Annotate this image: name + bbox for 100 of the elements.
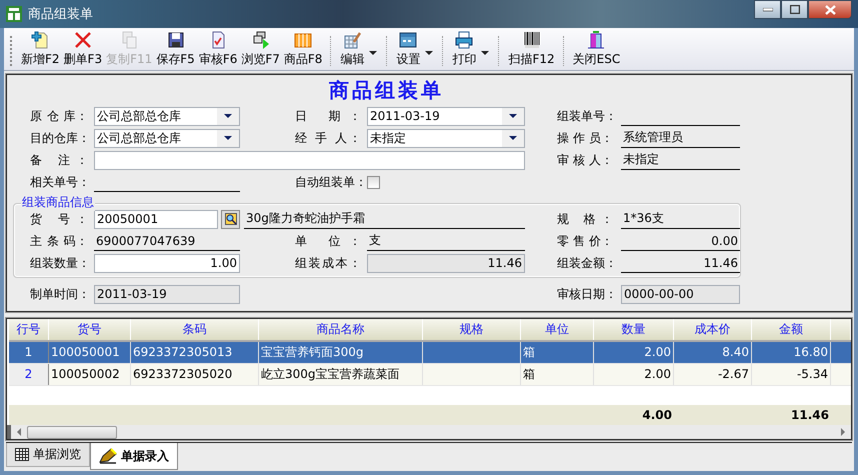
table-row[interactable]: 1 100050001 6923372305013 宝宝营养钙面300g 箱 2.00 8.40 16.80 [9,342,851,364]
field-label: 组装金额： [557,254,613,272]
field-label: 经 手 人： [295,130,361,146]
pencil-icon [99,448,117,464]
toolbar-button[interactable]: 扫描F12 [507,30,556,68]
column-header[interactable]: 条码 [131,319,259,340]
field-label: 组装成本： [295,254,361,272]
field-label: 审 核 人： [557,152,613,168]
toolbar-button[interactable]: 关闭ESC [572,30,622,68]
table-cell: -5.34 [752,364,831,385]
scroll-right-icon[interactable] [841,428,845,436]
caret-icon [224,114,232,118]
field-value: 0.00 [621,232,740,250]
edit-icon [342,30,362,50]
tab[interactable]: 单据浏览 [6,443,90,467]
dropdown-field[interactable]: 2011-03-19 [367,106,525,126]
field-value: 11.46 [621,254,740,272]
total-amount: 11.46 [790,407,830,424]
input-field[interactable] [94,150,525,170]
table-cell: 箱 [521,342,594,363]
toolbar-grip [10,36,14,66]
toolbar-button[interactable]: 打印 [451,30,478,68]
readonly-field: 2011-03-19 [94,284,240,304]
caret-icon [509,136,517,140]
readonly-field: 11.46 [367,254,525,272]
minimize-icon [762,8,772,12]
checkbox[interactable] [367,176,380,188]
column-header[interactable]: 金额 [752,319,831,340]
table-cell: 100050001 [49,342,131,363]
toolbar-button[interactable]: 浏览F7 [240,30,281,68]
table-cell: 箱 [521,364,594,385]
column-header[interactable]: 商品名称 [259,319,423,340]
field-label: 审核日期： [557,286,613,302]
field-label: 组装单号： [557,108,613,124]
field-label: 货 号： [30,210,88,228]
window-title: 商品组装单 [28,6,93,23]
column-header[interactable]: 单位 [521,319,594,340]
field-label: 操 作 员： [557,130,613,146]
browse-icon [250,30,271,50]
column-header[interactable]: 成本价 [674,319,752,340]
dropdown-field[interactable]: 公司总部总仓库 [94,106,240,126]
row-number: 2 [9,364,49,385]
input-field[interactable]: 1.00 [94,254,240,272]
form-title: 商品组装单 [328,77,445,104]
field-label: 原 仓 库： [30,108,88,124]
field-label: 主 条 码： [30,232,88,250]
table-cell: 8.40 [674,342,752,363]
toolbar-button[interactable]: 编辑 [339,30,366,68]
settings-icon [398,30,418,50]
input-field[interactable]: 20050001 [94,210,218,228]
tab[interactable]: 单据录入 [90,443,178,470]
column-header[interactable]: 行号 [9,319,49,340]
table-row[interactable]: 2 100050002 6923372305020 屹立300g宝宝营养蔬菜面 箱 2.00 -2.67 -5.34 [9,364,851,386]
caret-icon [509,114,517,118]
new-document-icon [30,30,50,50]
field-value: 系统管理员 [621,128,740,148]
field-label: 单 位： [295,232,361,250]
field-value: 未指定 [621,150,740,170]
lookup-button[interactable] [221,210,240,228]
field-label: 规 格： [557,210,613,228]
field-value: 6900077047639 [94,232,240,250]
maximize-icon [790,5,800,14]
dropdown-field[interactable]: 公司总部总仓库 [94,128,240,148]
column-header[interactable]: 规格 [423,319,521,340]
minimize-button[interactable] [754,0,781,19]
table-cell: 屹立300g宝宝营养蔬菜面 [259,364,423,385]
close-button[interactable] [808,0,852,19]
table-cell: 6923372305013 [131,342,259,363]
column-header[interactable]: 数量 [594,319,674,340]
table-cell: 2.00 [594,342,674,363]
table-cell: 2.00 [594,364,674,385]
maximize-button[interactable] [781,0,808,19]
field-label: 自动组装单： [295,174,361,190]
table-cell: 100050002 [49,364,131,385]
field-value: 支 [367,232,525,250]
dropdown-field[interactable]: 未指定 [367,128,525,148]
toolbar-button[interactable]: 审核F6 [198,30,238,68]
exit-icon [586,30,606,50]
total-quantity: 4.00 [641,407,673,424]
field-value: 1*36支 [621,210,740,228]
search-icon [224,213,236,225]
toolbar-button[interactable]: 设置 [395,30,422,68]
toolbar-button[interactable]: 商品F8 [282,30,324,68]
product-name: 30g隆力奇蛇油护手霜 [244,210,525,228]
field-label: 目的仓库： [30,130,88,146]
toolbar-button[interactable]: 保存F5 [155,30,196,68]
field-label: 备 注： [30,152,88,168]
delete-icon [72,30,93,50]
field-label: 制单时间： [30,286,88,302]
toolbar-button[interactable]: 新增F2 [20,30,61,68]
column-header[interactable]: 货号 [49,319,131,340]
caret-icon [224,136,232,140]
scroll-left-icon[interactable] [17,428,21,436]
save-icon [166,30,186,50]
toolbar-button[interactable]: 删单F3 [62,30,104,68]
table-cell: 16.80 [752,342,831,363]
horizontal-scrollbar[interactable] [7,425,851,439]
field-label: 零 售 价： [557,232,613,250]
field-label: 日 期： [295,108,361,124]
scroll-thumb[interactable] [27,426,117,439]
